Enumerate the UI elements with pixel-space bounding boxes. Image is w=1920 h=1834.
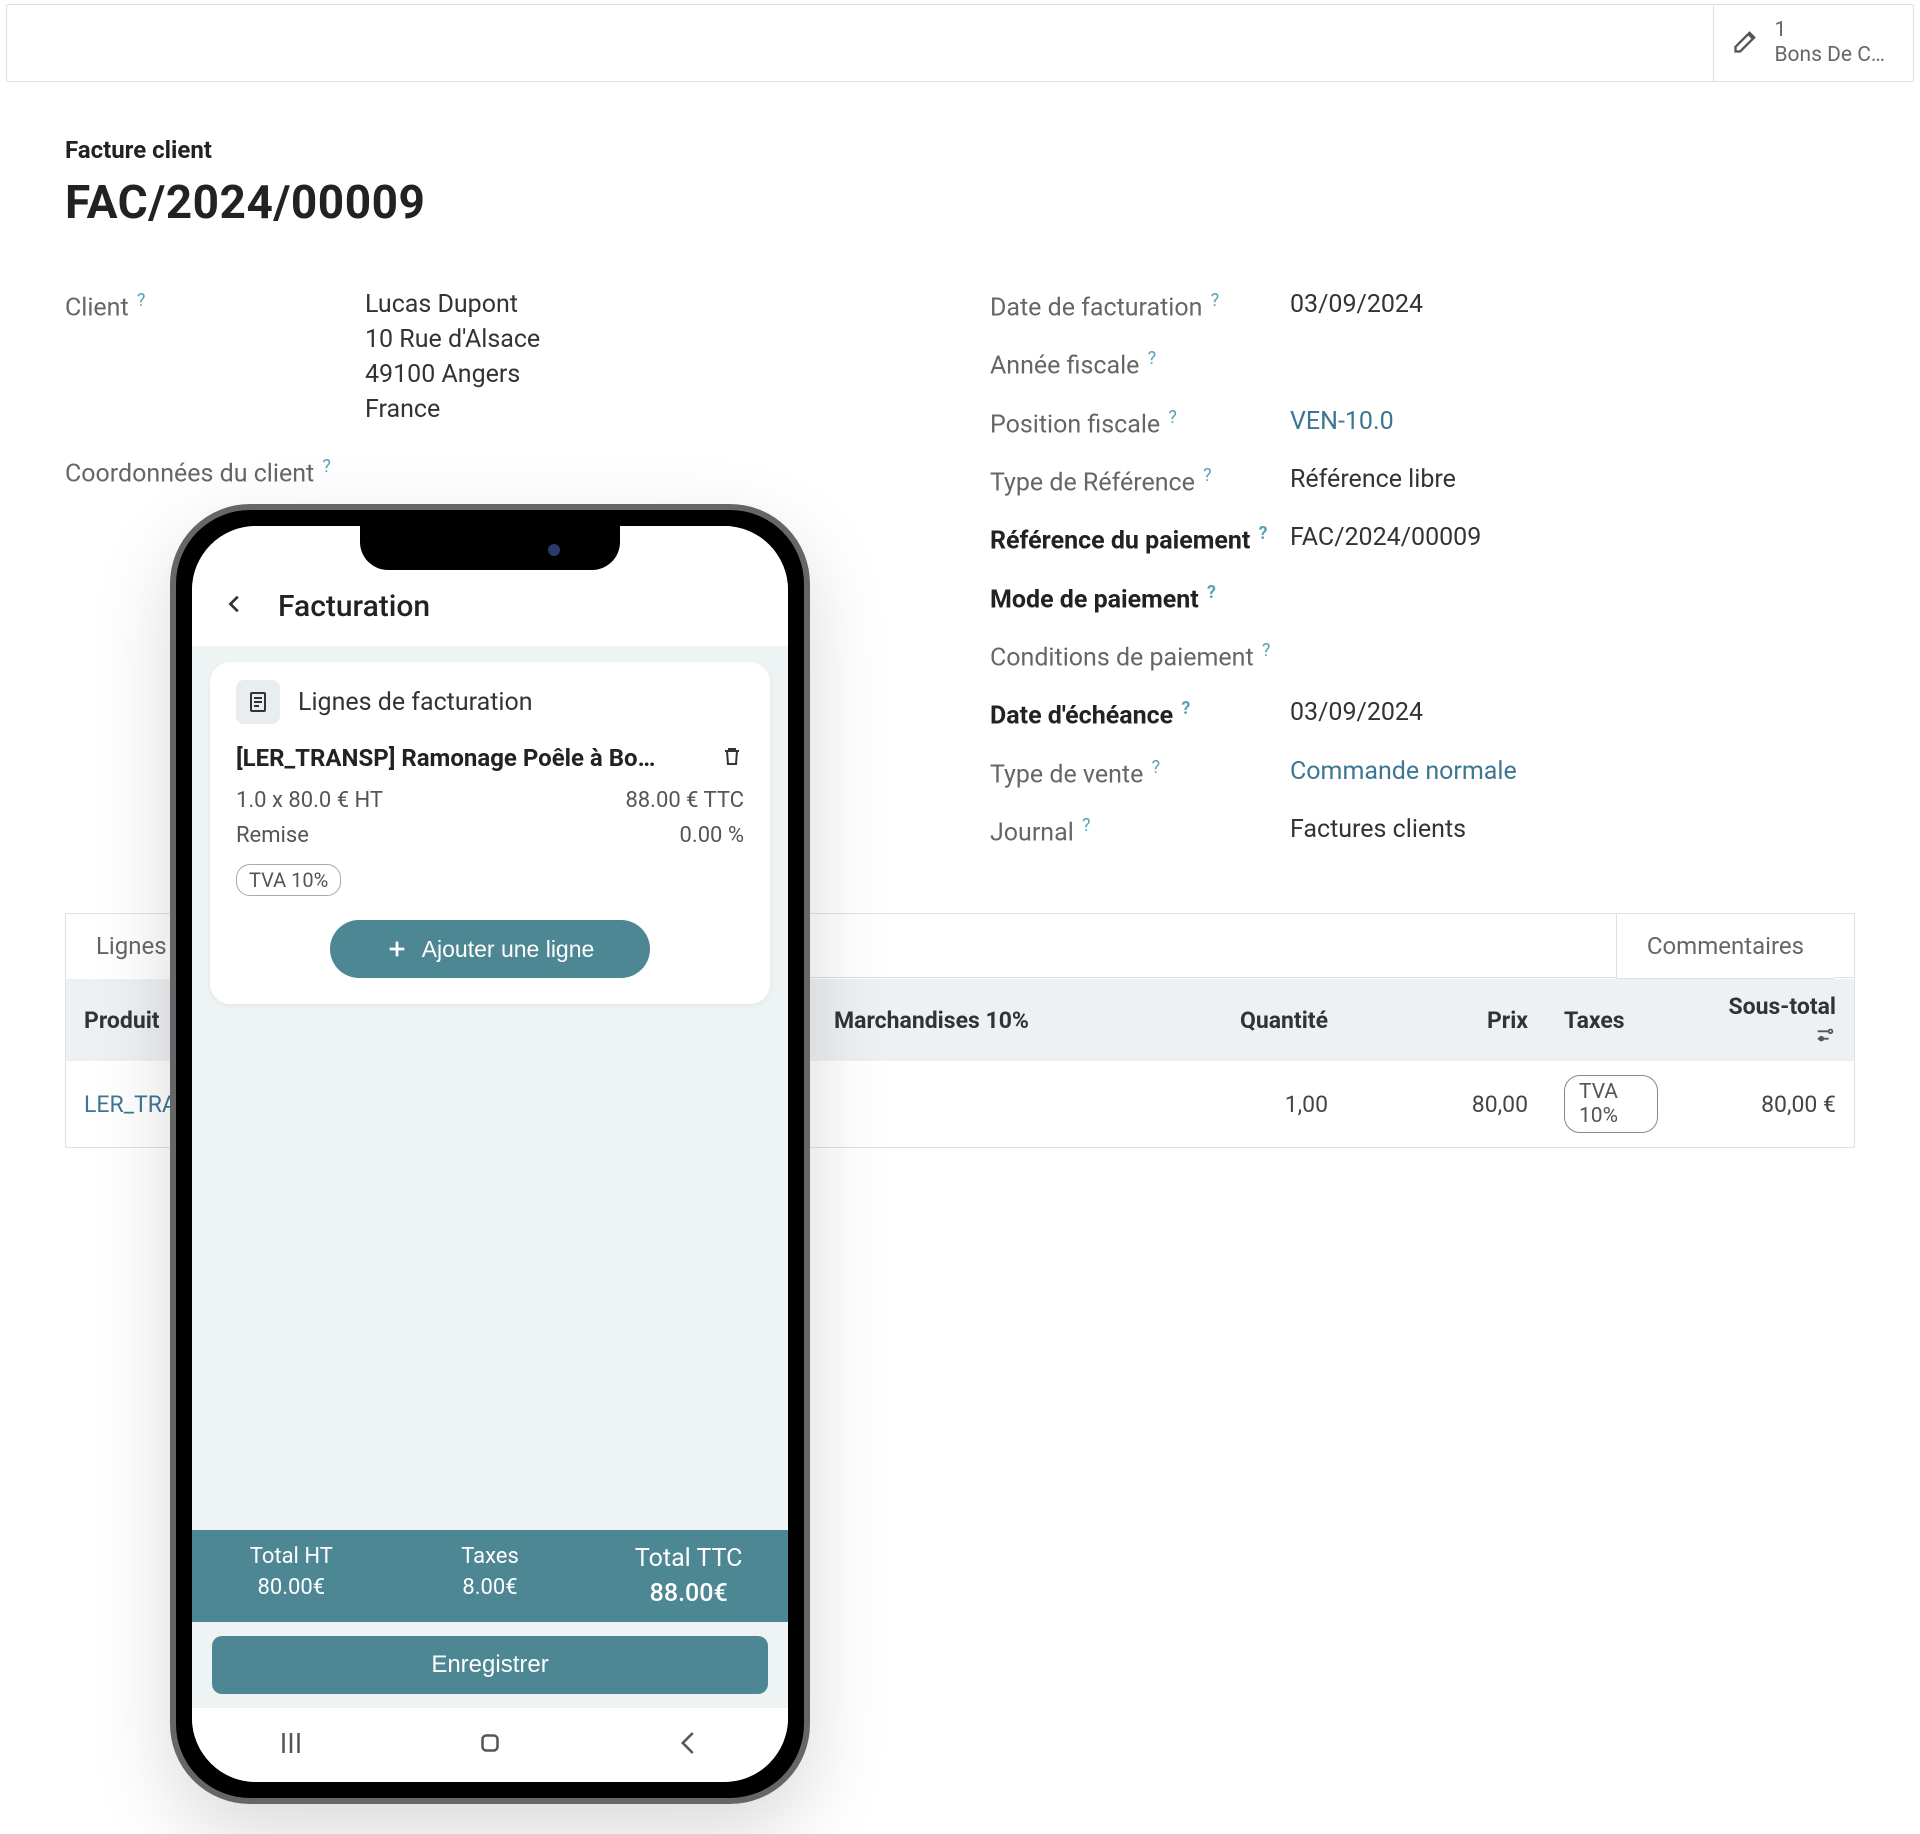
- line-tax-chip: TVA 10%: [236, 864, 341, 896]
- help-icon[interactable]: ?: [1181, 698, 1190, 719]
- help-icon[interactable]: ?: [137, 290, 146, 311]
- tax-badge: TVA 10%: [1564, 1075, 1658, 1133]
- pay-mode-label: Mode de paiement ?: [990, 582, 1290, 614]
- help-icon[interactable]: ?: [322, 456, 331, 477]
- totals-bar: Total HT 80.00€ Taxes 8.00€ Total TTC 88…: [192, 1530, 788, 1622]
- cell-taxes: TVA 10%: [1546, 1061, 1676, 1147]
- help-icon[interactable]: ?: [1148, 348, 1157, 369]
- related-records-text: 1 Bons De C…: [1774, 18, 1885, 68]
- trash-icon[interactable]: [720, 742, 744, 774]
- invoice-lines-icon: [236, 680, 280, 724]
- due-date-label: Date d'échéance ?: [990, 698, 1290, 730]
- invoice-date-label: Date de facturation ?: [990, 290, 1290, 322]
- client-coords-label: Coordonnées du client ?: [65, 456, 365, 488]
- add-line-button[interactable]: Ajouter une ligne: [330, 920, 650, 978]
- invoice-date-value: 03/09/2024: [1290, 290, 1855, 319]
- back-icon[interactable]: [224, 593, 246, 619]
- nav-back-icon[interactable]: [674, 1728, 704, 1762]
- cell-tax-account: [816, 1061, 1096, 1147]
- pay-ref-value: FAC/2024/00009: [1290, 523, 1855, 552]
- top-toolbar: 1 Bons De C…: [6, 4, 1914, 82]
- fiscal-pos-value[interactable]: VEN-10.0: [1290, 407, 1855, 436]
- help-icon[interactable]: ?: [1211, 290, 1220, 311]
- due-date-value: 03/09/2024: [1290, 698, 1855, 727]
- pay-ref-label: Référence du paiement ?: [990, 523, 1290, 555]
- cell-price: 80,00: [1346, 1061, 1546, 1147]
- col-subtotal-label: Sous-total: [1728, 993, 1836, 1020]
- client-addr1: 10 Rue d'Alsace: [365, 325, 930, 354]
- fiscal-pos-label: Position fiscale ?: [990, 407, 1290, 439]
- col-price: Prix: [1346, 979, 1546, 1061]
- line-total-ttc: 88.00 € TTC: [625, 788, 744, 813]
- total-ht-value: 80.00€: [192, 1575, 391, 1600]
- client-addr2: 49100 Angers: [365, 360, 930, 389]
- cell-subtotal: 80,00 €: [1676, 1061, 1854, 1147]
- total-tax-label: Taxes: [391, 1544, 590, 1569]
- total-ttc-value: 88.00€: [589, 1579, 788, 1608]
- client-label: Client ?: [65, 290, 365, 322]
- invoice-lines-title: Lignes de facturation: [298, 688, 533, 717]
- help-icon[interactable]: ?: [1207, 582, 1216, 603]
- nav-home-icon[interactable]: [475, 1728, 505, 1762]
- journal-label: Journal ?: [990, 815, 1290, 847]
- fiscal-year-label: Année fiscale ?: [990, 348, 1290, 380]
- save-button[interactable]: Enregistrer: [212, 1636, 768, 1694]
- document-title: FAC/2024/00009: [65, 176, 1855, 230]
- help-icon[interactable]: ?: [1152, 757, 1161, 778]
- client-name: Lucas Dupont: [365, 290, 930, 319]
- help-icon[interactable]: ?: [1203, 465, 1212, 486]
- help-icon[interactable]: ?: [1259, 523, 1268, 544]
- sale-type-value[interactable]: Commande normale: [1290, 757, 1855, 786]
- phone-notch: [360, 526, 620, 570]
- col-taxes: Taxes: [1546, 979, 1676, 1061]
- add-line-label: Ajouter une ligne: [422, 936, 595, 963]
- mobile-screen-title: Facturation: [278, 589, 430, 624]
- android-nav: [192, 1708, 788, 1782]
- related-records-count: 1: [1774, 18, 1885, 43]
- line-discount-label: Remise: [236, 823, 309, 848]
- invoice-lines-card: Lignes de facturation [LER_TRANSP] Ramon…: [210, 662, 770, 1004]
- cell-qty: 1,00: [1096, 1061, 1346, 1147]
- help-icon[interactable]: ?: [1082, 815, 1091, 836]
- col-tax-account: Marchandises 10%: [816, 979, 1096, 1061]
- tab-comments[interactable]: Commentaires: [1616, 914, 1834, 979]
- ref-type-label: Type de Référence ?: [990, 465, 1290, 497]
- edit-icon: [1732, 27, 1760, 59]
- pay-cond-label: Conditions de paiement ?: [990, 640, 1290, 672]
- total-tax-value: 8.00€: [391, 1575, 590, 1600]
- phone-mockup: Facturation Lignes de facturation [LER_T…: [170, 504, 810, 1804]
- client-addr3: France: [365, 395, 930, 424]
- total-ttc-label: Total TTC: [589, 1544, 788, 1573]
- col-qty: Quantité: [1096, 979, 1346, 1061]
- journal-value: Factures clients: [1290, 815, 1855, 844]
- nav-recents-icon[interactable]: [276, 1728, 306, 1762]
- line-product-title: [LER_TRANSP] Ramonage Poêle à Bo…: [236, 744, 712, 772]
- help-icon[interactable]: ?: [1168, 407, 1177, 428]
- ref-type-value: Référence libre: [1290, 465, 1855, 494]
- document-subtitle: Facture client: [65, 136, 1855, 164]
- help-icon[interactable]: ?: [1262, 640, 1271, 661]
- right-column: Date de facturation ? 03/09/2024 Année f…: [990, 290, 1855, 873]
- sale-type-label: Type de vente ?: [990, 757, 1290, 789]
- line-discount-value: 0.00 %: [680, 823, 744, 848]
- total-ht-label: Total HT: [192, 1544, 391, 1569]
- related-records-box[interactable]: 1 Bons De C…: [1713, 5, 1903, 81]
- save-button-label: Enregistrer: [431, 1651, 548, 1679]
- col-subtotal: Sous-total: [1676, 979, 1854, 1061]
- client-value: Lucas Dupont 10 Rue d'Alsace 49100 Anger…: [365, 290, 930, 430]
- related-records-label: Bons De C…: [1774, 43, 1885, 68]
- settings-icon[interactable]: [1806, 1020, 1836, 1047]
- line-qty-price: 1.0 x 80.0 € HT: [236, 788, 383, 813]
